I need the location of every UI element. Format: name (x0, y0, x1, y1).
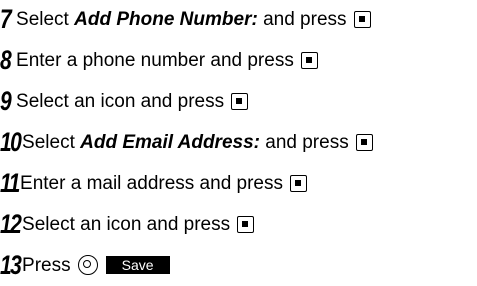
step-11: 11 Enter a mail address and press (0, 164, 307, 202)
step-number: 8 (0, 44, 12, 75)
center-key-icon (300, 51, 318, 69)
step-12: 12 Select an icon and press (0, 205, 255, 243)
step-number: 13 (0, 249, 22, 280)
step-text: Enter a mail address and press (20, 172, 283, 194)
center-key-icon (355, 133, 373, 151)
center-key-icon (353, 10, 371, 28)
step-8: 8 Enter a phone number and press (0, 41, 318, 79)
instruction-steps: 7 Select Add Phone Number: and press 8 E… (0, 0, 477, 286)
step-text: Press (22, 254, 71, 276)
step-text: Select Add Email Address: and press (22, 131, 349, 153)
center-key-icon (290, 174, 307, 192)
step-text: Select an icon and press (16, 90, 225, 112)
step-10: 10 Select Add Email Address: and press (0, 123, 373, 161)
step-13: 13 Press Save (0, 246, 170, 284)
step-7: 7 Select Add Phone Number: and press (0, 0, 371, 38)
step-text: Select Add Phone Number: and press (16, 8, 347, 30)
step-number: 9 (0, 85, 12, 116)
step-number: 7 (0, 3, 12, 34)
step-number: 12 (0, 208, 22, 239)
step-9: 9 Select an icon and press (0, 82, 249, 120)
step-text: Select an icon and press (22, 213, 231, 235)
circle-key-icon (77, 255, 98, 275)
center-key-icon (231, 92, 249, 110)
step-text: Enter a phone number and press (16, 49, 294, 71)
step-number: 10 (0, 126, 22, 157)
save-softkey-label: Save (105, 256, 170, 274)
center-key-icon (237, 215, 255, 233)
step-number: 11 (0, 167, 20, 198)
